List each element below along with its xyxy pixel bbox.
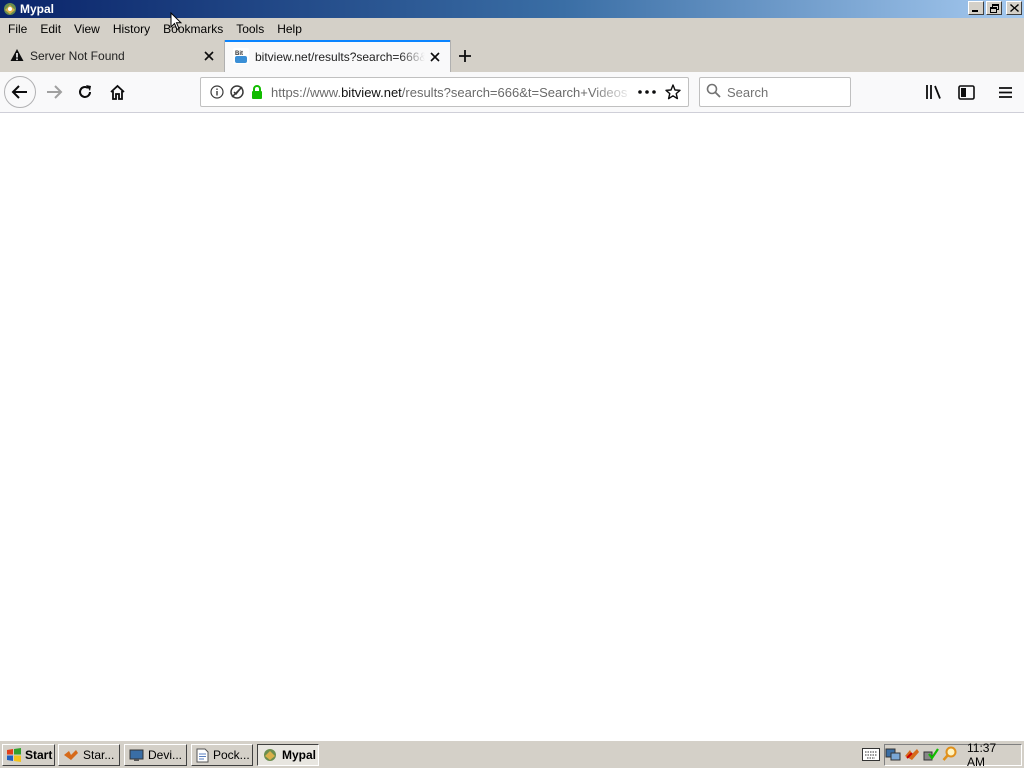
network-icon[interactable] [885,746,901,765]
close-window-button[interactable] [1006,1,1022,15]
url-bar[interactable]: https://www.bitview.net/results?search=6… [200,77,689,107]
mouse-cursor-icon [170,12,182,31]
search-icon [706,83,721,101]
forward-button[interactable] [38,77,70,107]
menu-bar: File Edit View History Bookmarks Tools H… [0,18,1024,39]
taskbar-item-pocket[interactable]: Pock... [191,744,253,766]
system-tray: 11:37 AM [884,741,1022,768]
search-bar[interactable] [699,77,851,107]
security-check-icon[interactable] [923,746,939,765]
home-button[interactable] [101,77,133,107]
hamburger-icon [998,86,1012,98]
url-text[interactable]: https://www.bitview.net/results?search=6… [271,85,634,100]
page-content[interactable] [0,113,1024,740]
tracking-protection-icon[interactable] [227,82,247,102]
close-tab-icon[interactable] [425,47,445,67]
page-actions-icon[interactable] [634,82,660,102]
new-tab-button[interactable] [453,45,477,67]
search-tray-icon[interactable] [942,746,958,765]
menu-tools[interactable]: Tools [231,22,269,36]
tab-strip: Server Not Found Bit bitview.net/results… [0,39,1024,72]
restore-button[interactable] [986,1,1002,15]
window-title-bar[interactable]: Mypal [0,0,1024,18]
star-app-icon [64,750,78,760]
close-tab-icon[interactable] [199,46,219,66]
lock-icon[interactable] [247,82,267,102]
clock[interactable]: 11:37 AM [967,741,1013,768]
menu-bookmarks[interactable]: Bookmarks [158,22,228,36]
taskbar-item-mypal[interactable]: Mypal [257,744,319,766]
svg-text:Bit: Bit [235,51,243,57]
keyboard-icon[interactable] [862,748,880,762]
back-arrow-icon [11,85,27,99]
window-title: Mypal [20,2,55,16]
sidebar-icon [957,84,975,100]
tab-title: bitview.net/results?search=666&t=Search+… [255,50,425,64]
menu-history[interactable]: History [108,22,155,36]
warning-icon [10,48,24,65]
device-manager-icon [129,749,144,761]
home-icon [109,84,125,100]
menu-edit[interactable]: Edit [35,22,66,36]
navigation-toolbar: https://www.bitview.net/results?search=6… [0,72,1024,113]
menu-help[interactable]: Help [272,22,307,36]
back-button[interactable] [4,76,36,108]
bitview-favicon: Bit [233,47,249,67]
search-input[interactable] [727,84,837,100]
document-icon [196,748,209,762]
mypal-app-icon [264,749,276,761]
tab-server-not-found[interactable]: Server Not Found [0,40,224,72]
antivirus-icon[interactable] [904,746,920,765]
reload-icon [79,85,91,98]
taskbar: Start Star... Devi... Pock... Mypal 11:3… [0,740,1024,768]
reload-button[interactable] [69,77,101,107]
menu-file[interactable]: File [3,22,32,36]
mypal-app-icon [3,2,17,16]
menu-view[interactable]: View [69,22,105,36]
plus-icon [459,50,471,62]
library-icon [926,85,941,99]
bookmark-star-icon[interactable] [660,82,686,102]
taskbar-item-star[interactable]: Star... [58,744,120,766]
menu-button[interactable] [989,77,1021,107]
tab-bitview[interactable]: Bit bitview.net/results?search=666&t=Sea… [225,40,450,72]
tab-title: Server Not Found [30,49,125,63]
taskbar-item-device[interactable]: Devi... [124,744,187,766]
windows-logo-icon [7,748,21,762]
library-button[interactable] [918,77,950,107]
sidebar-button[interactable] [950,77,982,107]
minimize-button[interactable] [968,1,984,15]
forward-arrow-icon [47,85,63,99]
start-button[interactable]: Start [2,744,55,766]
info-icon[interactable] [207,82,227,102]
